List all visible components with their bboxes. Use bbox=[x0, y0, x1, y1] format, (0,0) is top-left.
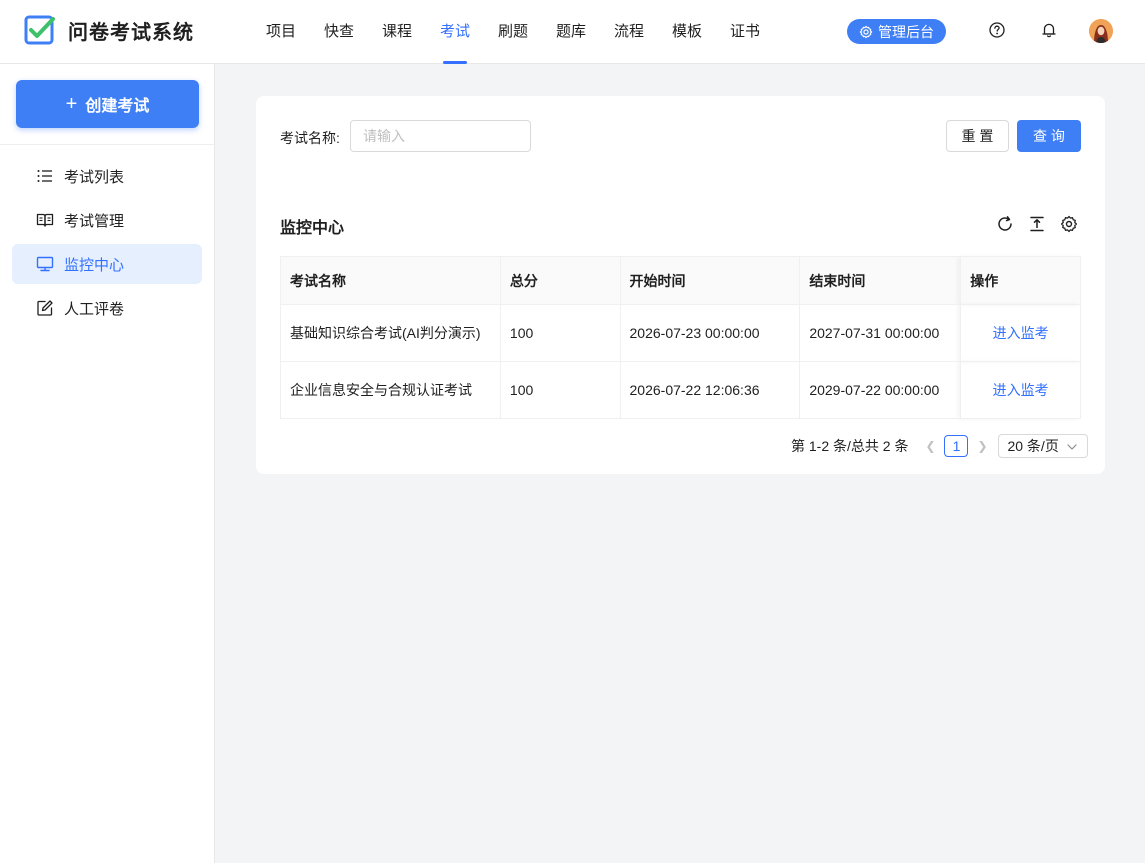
nav-item-exam[interactable]: 考试 bbox=[426, 0, 484, 64]
sidebar-item-manual-grading[interactable]: 人工评卷 bbox=[12, 288, 202, 328]
next-page-icon[interactable]: ❯ bbox=[974, 434, 990, 458]
cell-actions: 进入监考 bbox=[960, 304, 1081, 362]
exam-monitor-table: 考试名称 总分 开始时间 结束时间 操作 基础知识综合考试(AI判分演示) 10… bbox=[280, 256, 1081, 419]
page-size-value: 20 条/页 bbox=[1007, 438, 1059, 454]
column-header-total-score: 总分 bbox=[500, 256, 621, 305]
app-logo[interactable]: 问卷考试系统 bbox=[24, 14, 194, 46]
column-header-start-time: 开始时间 bbox=[620, 256, 801, 305]
column-height-icon[interactable] bbox=[1028, 215, 1046, 233]
sidebar-item-label: 监控中心 bbox=[64, 256, 125, 274]
sidebar-item-label: 考试列表 bbox=[64, 168, 125, 186]
sidebar-divider bbox=[0, 144, 214, 145]
cell-total-score: 100 bbox=[500, 304, 621, 362]
sidebar: + 创建考试 考试列表 考试管理 监控中心 人工评卷 bbox=[0, 64, 215, 863]
prev-page-icon[interactable]: ❮ bbox=[922, 434, 938, 458]
user-avatar[interactable] bbox=[1089, 19, 1113, 43]
table-header-row: 考试名称 总分 开始时间 结束时间 操作 bbox=[280, 256, 1081, 305]
gear-icon bbox=[859, 25, 873, 38]
pagination: 第 1-2 条/总共 2 条 ❮ 1 ❯ 20 条/页 bbox=[791, 434, 1089, 458]
nav-item-project[interactable]: 项目 bbox=[252, 0, 310, 64]
cell-exam-name: 企业信息安全与合规认证考试 bbox=[280, 361, 501, 419]
top-header: 问卷考试系统 项目 快查 课程 考试 刷题 题库 流程 模板 证书 管理后台 bbox=[0, 0, 1145, 64]
sidebar-item-label: 考试管理 bbox=[64, 212, 125, 230]
reload-icon[interactable] bbox=[996, 215, 1014, 233]
app-title: 问卷考试系统 bbox=[68, 21, 194, 44]
create-exam-button[interactable]: + 创建考试 bbox=[16, 80, 199, 128]
nav-item-template[interactable]: 模板 bbox=[658, 0, 716, 64]
cell-end-time: 2029-07-22 00:00:00 bbox=[799, 361, 962, 419]
nav-item-quick-check[interactable]: 快查 bbox=[310, 0, 368, 64]
sidebar-menu: 考试列表 考试管理 监控中心 人工评卷 bbox=[12, 156, 202, 332]
book-icon bbox=[36, 213, 54, 227]
exam-name-search-input[interactable] bbox=[350, 120, 531, 152]
nav-item-question-bank[interactable]: 题库 bbox=[542, 0, 600, 64]
top-nav: 项目 快查 课程 考试 刷题 题库 流程 模板 证书 bbox=[252, 0, 774, 64]
chevron-down-icon bbox=[1067, 444, 1078, 450]
page-number-button[interactable]: 1 bbox=[944, 435, 969, 457]
sidebar-item-label: 人工评卷 bbox=[64, 300, 125, 318]
pagination-total: 第 1-2 条/总共 2 条 bbox=[791, 438, 909, 454]
nav-item-practice[interactable]: 刷题 bbox=[484, 0, 542, 64]
exam-name-label: 考试名称: bbox=[280, 130, 340, 146]
table-title: 监控中心 bbox=[280, 220, 345, 237]
table-row: 企业信息安全与合规认证考试 100 2026-07-22 12:06:36 20… bbox=[280, 361, 1081, 419]
sidebar-item-exam-list[interactable]: 考试列表 bbox=[12, 156, 202, 196]
cell-start-time: 2026-07-23 00:00:00 bbox=[620, 304, 801, 362]
plus-icon: + bbox=[65, 93, 78, 115]
reset-button[interactable]: 重 置 bbox=[946, 120, 1009, 152]
user-portrait-icon bbox=[1089, 19, 1113, 43]
query-button[interactable]: 查 询 bbox=[1017, 120, 1081, 152]
logo-check-icon bbox=[24, 15, 55, 45]
column-header-actions: 操作 bbox=[960, 256, 1081, 305]
cell-total-score: 100 bbox=[500, 361, 621, 419]
column-header-exam-name: 考试名称 bbox=[280, 256, 501, 305]
admin-console-button[interactable]: 管理后台 bbox=[847, 19, 946, 44]
admin-console-label: 管理后台 bbox=[878, 23, 934, 40]
sidebar-item-monitor-center[interactable]: 监控中心 bbox=[12, 244, 202, 284]
enter-proctoring-link[interactable]: 进入监考 bbox=[993, 325, 1049, 341]
nav-item-certificate[interactable]: 证书 bbox=[716, 0, 774, 64]
page-size-select[interactable]: 20 条/页 bbox=[998, 434, 1089, 458]
cell-end-time: 2027-07-31 00:00:00 bbox=[799, 304, 962, 362]
cell-start-time: 2026-07-22 12:06:36 bbox=[620, 361, 801, 419]
monitor-card: 考试名称: 重 置 查 询 监控中心 考试名称 总分 开始时间 结束时间 操作 bbox=[256, 96, 1105, 474]
column-header-end-time: 结束时间 bbox=[799, 256, 962, 305]
nav-item-workflow[interactable]: 流程 bbox=[600, 0, 658, 64]
list-icon bbox=[37, 170, 52, 182]
cell-exam-name: 基础知识综合考试(AI判分演示) bbox=[280, 304, 501, 362]
setting-icon[interactable] bbox=[1060, 215, 1078, 233]
cell-actions: 进入监考 bbox=[960, 361, 1081, 419]
create-exam-label: 创建考试 bbox=[85, 98, 150, 115]
nav-item-course[interactable]: 课程 bbox=[368, 0, 426, 64]
enter-proctoring-link[interactable]: 进入监考 bbox=[993, 382, 1049, 398]
monitor-icon bbox=[36, 256, 54, 272]
table-row: 基础知识综合考试(AI判分演示) 100 2026-07-23 00:00:00… bbox=[280, 304, 1081, 362]
bell-icon[interactable] bbox=[1040, 21, 1058, 39]
help-circle-icon[interactable] bbox=[988, 21, 1006, 39]
edit-icon bbox=[37, 300, 53, 316]
sidebar-item-exam-management[interactable]: 考试管理 bbox=[12, 200, 202, 240]
